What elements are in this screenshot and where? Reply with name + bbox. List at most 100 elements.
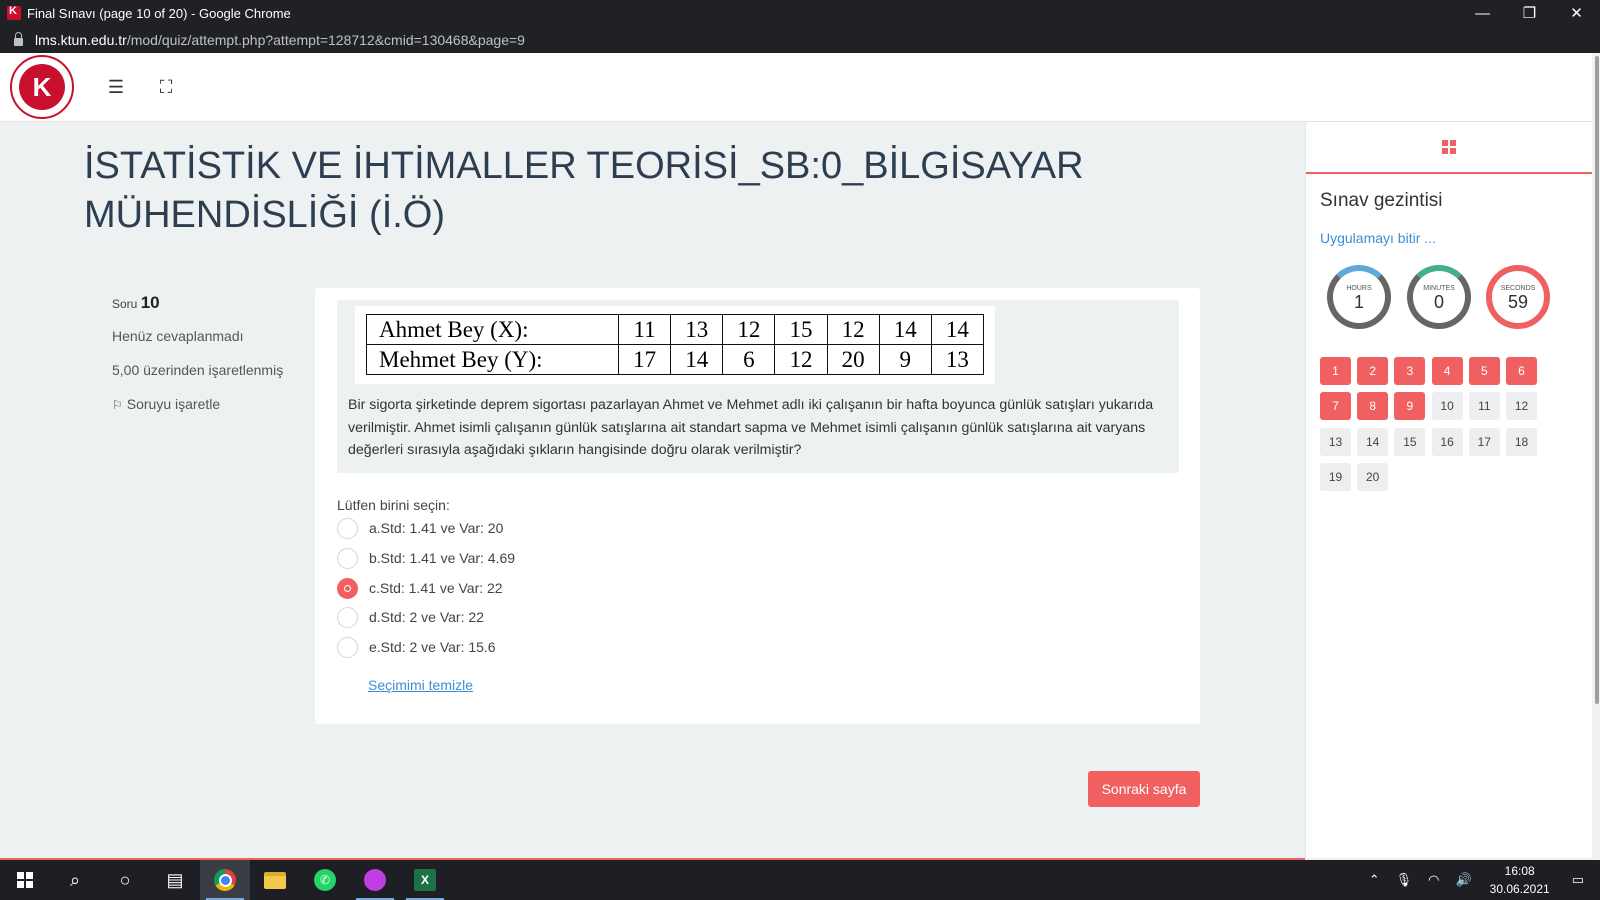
timer-minutes-label: MINUTES [1423,284,1455,292]
timer-minutes: MINUTES 0 [1407,265,1471,329]
radio-button[interactable] [337,606,358,628]
finish-attempt-link[interactable]: Uygulamayı bitir ... [1320,230,1436,246]
clock-time: 16:08 [1504,864,1535,878]
hamburger-menu-icon[interactable]: ☰ [104,75,128,99]
table-row: Ahmet Bey (X): 11 13 12 15 12 14 14 [366,314,985,345]
university-logo[interactable]: K [10,55,74,119]
question-nav-button[interactable]: 20 [1357,462,1389,491]
page-scrollbar-thumb[interactable] [1595,56,1599,704]
radio-button-selected[interactable] [337,577,358,599]
option-label: a.Std: 1.41 ve Var: 20 [369,520,504,536]
question-nav-button[interactable]: 2 [1357,357,1389,385]
answer-option-d[interactable]: d.Std: 2 ve Var: 22 [337,606,484,628]
wifi-icon[interactable]: ◠ [1428,872,1439,888]
quiz-navigation-tab[interactable] [1306,122,1592,174]
answer-prompt: Lütfen birini seçin: [337,497,450,513]
question-nav-button[interactable]: 12 [1506,392,1537,421]
restore-button[interactable]: ❐ [1506,0,1553,26]
question-nav-button[interactable]: 10 [1431,392,1463,421]
question-nav-button[interactable]: 18 [1506,427,1537,456]
chrome-icon [214,869,236,891]
chevron-up-icon[interactable]: ⌃ [1369,872,1380,888]
question-number-value: 10 [140,293,160,312]
question-nav-button[interactable]: 4 [1431,357,1463,385]
search-icon[interactable]: ⌕ [50,860,100,900]
table-row-label: Mehmet Bey (Y): [366,344,619,375]
taskbar-clock[interactable]: 16:08 30.06.2021 [1490,862,1550,898]
taskbar-chrome[interactable] [200,860,250,900]
start-button[interactable] [0,860,50,900]
question-nav-button[interactable]: 5 [1468,357,1500,385]
sales-table: Ahmet Bey (X): 11 13 12 15 12 14 14 Mehm… [366,314,985,375]
answer-option-e[interactable]: e.Std: 2 ve Var: 15.6 [337,636,496,658]
question-text: Bir sigorta şirketinde deprem sigortası … [348,397,1154,458]
table-cell: 14 [878,314,932,345]
excel-icon: X [414,869,436,891]
taskbar-excel[interactable]: X [400,860,450,900]
question-nav-button[interactable]: 15 [1394,427,1426,456]
answer-option-c[interactable]: c.Std: 1.41 ve Var: 22 [337,577,503,599]
task-view-icon[interactable]: ▤ [150,860,200,900]
question-nav-button[interactable]: 13 [1320,427,1351,456]
address-bar[interactable]: lms.ktun.edu.tr/mod/quiz/attempt.php?att… [0,26,1600,53]
folder-icon [264,871,286,889]
table-row-label: Ahmet Bey (X): [366,314,619,345]
option-label: e.Std: 2 ve Var: 15.6 [369,639,496,655]
question-nav-button[interactable]: 11 [1468,392,1500,421]
question-nav-button[interactable]: 1 [1320,357,1351,385]
minimize-button[interactable]: — [1459,0,1506,26]
question-nav-button[interactable]: 6 [1506,357,1537,385]
timer-seconds: SECONDS 59 [1486,265,1550,329]
question-card: Ahmet Bey (X): 11 13 12 15 12 14 14 Mehm… [315,288,1200,724]
taskbar-game-app[interactable] [350,860,400,900]
question-info: Soru 10 Henüz cevaplanmadı 5,00 üzerinde… [112,293,292,416]
data-table-image: Ahmet Bey (X): 11 13 12 15 12 14 14 Mehm… [355,306,995,384]
table-cell: 12 [774,344,828,375]
answer-option-b[interactable]: b.Std: 1.41 ve Var: 4.69 [337,547,515,569]
question-nav-button[interactable]: 8 [1357,392,1389,421]
game-app-icon [364,869,386,891]
table-cell: 12 [826,314,880,345]
timer-minutes-value: 0 [1433,291,1444,312]
taskbar-file-explorer[interactable] [250,860,300,900]
flag-icon: ⚐ [112,398,123,412]
taskbar-whatsapp[interactable]: ✆ [300,860,350,900]
clear-selection-link[interactable]: Seçimimi temizle [368,677,473,693]
question-nav-button[interactable]: 17 [1468,427,1500,456]
table-cell: 15 [774,314,828,345]
table-cell: 12 [722,314,776,345]
close-window-button[interactable]: ✕ [1553,0,1600,26]
radio-button[interactable] [337,547,358,569]
option-label: b.Std: 1.41 ve Var: 4.69 [369,550,516,566]
microphone-icon[interactable]: 🎙 [1396,872,1413,888]
clock-date: 30.06.2021 [1489,882,1550,896]
radio-button[interactable] [337,636,358,658]
flag-question-link[interactable]: ⚐ Soruyu işaretle [112,393,292,416]
table-cell: 14 [930,314,985,345]
question-nav-button[interactable]: 7 [1320,392,1351,421]
question-label: Soru [112,297,138,311]
table-cell: 9 [878,344,932,375]
logo-letter: K [19,64,65,110]
cortana-icon[interactable]: ○ [100,860,150,900]
window-title: Final Sınavı (page 10 of 20) - Google Ch… [27,5,291,21]
table-cell: 17 [617,344,672,375]
question-nav-button[interactable]: 9 [1394,392,1426,421]
table-cell: 6 [722,344,776,375]
radio-button[interactable] [337,517,358,539]
next-page-button[interactable]: Sonraki sayfa [1088,771,1200,807]
question-nav-button[interactable]: 16 [1431,427,1463,456]
notification-icon[interactable]: ▭ [1572,872,1584,888]
windows-logo-icon [17,872,33,888]
question-nav-button[interactable]: 19 [1320,462,1351,491]
volume-icon[interactable]: 🔊 [1455,872,1471,888]
timer-seconds-label: SECONDS [1500,284,1536,292]
question-nav-button[interactable]: 3 [1394,357,1426,385]
grid-icon [1442,140,1456,154]
timer-hours-value: 1 [1353,291,1364,312]
table-cell: 13 [670,314,724,345]
question-nav-button[interactable]: 14 [1357,427,1389,456]
answer-option-a[interactable]: a.Std: 1.41 ve Var: 20 [337,517,503,539]
fullscreen-icon[interactable]: ⛶ [154,75,178,99]
table-cell: 13 [930,344,985,375]
